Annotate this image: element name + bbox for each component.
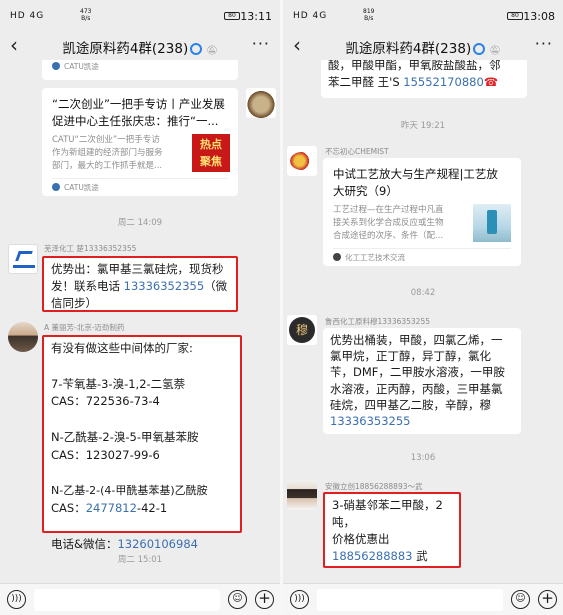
chat-header: ‹ 凯途原料药4群(238) 🔕︎ ···	[283, 32, 563, 60]
phone-link[interactable]: 13336353255	[330, 413, 514, 429]
sender-name: 安徽立创18856288893～武	[325, 482, 423, 491]
message-list[interactable]: 酸，甲酸甲酯，甲氧胺盐酸盐，邻 苯二甲醛 王'S 15552170880☎ 昨天…	[283, 60, 563, 583]
network-speed: 819 B/s	[363, 8, 375, 22]
battery-icon: 80	[224, 12, 240, 20]
message-bubble[interactable]: 优势出桶装，甲酸，四氯乙烯，一 氯甲烷，正丁醇，异丁醇，氯化 苄，DMF，二甲胺…	[323, 328, 521, 434]
timestamp: 昨天 19:21	[400, 121, 446, 131]
avatar[interactable]	[287, 146, 317, 176]
signal-icon: HD 4G	[293, 11, 328, 21]
more-options-icon[interactable]: ···	[535, 34, 553, 53]
avatar[interactable]	[8, 244, 38, 274]
article-card-partial[interactable]: CATU凯途	[42, 60, 238, 80]
avatar[interactable]	[8, 322, 38, 352]
mute-icon: 🔕︎	[489, 46, 501, 56]
emoji-icon[interactable]: ☺	[511, 590, 530, 609]
phone-link[interactable]: 13336352355	[124, 279, 204, 293]
clock: 13:11	[240, 10, 272, 23]
input-bar: ))) ☺ +	[0, 583, 280, 615]
message-input[interactable]	[34, 589, 220, 611]
message-list[interactable]: CATU凯途 “二次创业”一把手专访丨产业发展 促进中心主任张庆忠：推行“一..…	[0, 60, 280, 583]
article-card[interactable]: “二次创业”一把手专访丨产业发展 促进中心主任张庆忠：推行“一... CATU“…	[42, 88, 238, 196]
chat-title: 凯途原料药4群(238) 🔕︎	[62, 41, 218, 57]
chat-title: 凯途原料药4群(238) 🔕︎	[345, 41, 501, 57]
left-chat-screen: HD 4G 473 B/s 80 13:11 ‹ 凯途原料药4群(238) 🔕︎ …	[0, 0, 280, 615]
chat-header: ‹ 凯途原料药4群(238) 🔕︎ ···	[0, 32, 280, 60]
verified-icon	[190, 43, 203, 55]
timestamp: 13:06	[410, 453, 436, 463]
source-icon	[52, 183, 60, 191]
cas-link[interactable]: 2477812	[86, 501, 137, 515]
message-bubble[interactable]: 3-硝基邻苯二甲酸，2 吨， 价格优惠出 18856288883 武	[323, 492, 461, 568]
status-bar: HD 4G 473 B/s 80 13:11	[0, 0, 280, 32]
phone-link[interactable]: 13260106984	[117, 537, 197, 551]
phone-icon: ☎	[483, 75, 499, 89]
timestamp: 周二 14:09	[117, 218, 163, 228]
message-input[interactable]	[317, 589, 503, 611]
right-chat-screen: HD 4G 819 B/s 80 13:08 ‹ 凯途原料药4群(238) 🔕︎ …	[283, 0, 563, 615]
message-bubble[interactable]: 有没有做这些中间体的厂家: 7-苄氧基-3-溴-1,2-二氢萘 CAS：7225…	[42, 335, 242, 551]
article-thumbnail	[473, 204, 511, 242]
avatar[interactable]	[246, 88, 276, 118]
message-bubble[interactable]: 酸，甲酸甲酯，甲氧胺盐酸盐，邻 苯二甲醛 王'S 15552170880☎	[321, 60, 527, 98]
clock: 13:08	[523, 10, 555, 23]
source-icon	[333, 253, 341, 261]
battery-icon: 80	[507, 12, 523, 20]
input-bar: ))) ☺ +	[283, 583, 563, 615]
phone-link[interactable]: 18856288883	[332, 549, 412, 563]
voice-icon[interactable]: )))	[7, 590, 26, 609]
more-options-icon[interactable]: ···	[252, 34, 270, 53]
sender-name: 鲁西化工原料穆13336353255	[325, 317, 430, 326]
message-bubble[interactable]: 优势出：氯甲基三氯硅烷，现货秒 发！联系电话 13336352355（微 信同步…	[42, 256, 238, 312]
article-card[interactable]: 中试工艺放大与生产规程|工艺放 大研究（9） 工艺过程—在生产过程中凡直 接关系…	[323, 158, 521, 266]
emoji-icon[interactable]: ☺	[228, 590, 247, 609]
timestamp: 08:42	[410, 288, 436, 298]
plus-icon[interactable]: +	[255, 590, 274, 609]
signal-icon: HD 4G	[10, 11, 45, 21]
phone-link[interactable]: 15552170880	[403, 75, 483, 89]
plus-icon[interactable]: +	[538, 590, 557, 609]
source-icon	[52, 62, 60, 70]
sender-name: 芜泽化工 楚13336352355	[44, 244, 137, 253]
article-thumbnail: 热点 聚焦	[192, 134, 230, 172]
mute-icon: 🔕︎	[206, 46, 218, 56]
network-speed: 473 B/s	[80, 8, 92, 22]
verified-icon	[473, 43, 486, 55]
timestamp: 周二 15:01	[117, 555, 163, 565]
avatar[interactable]: 穆	[287, 315, 317, 345]
sender-name: 不忘初心CHEMIST	[325, 147, 389, 156]
voice-icon[interactable]: )))	[290, 590, 309, 609]
avatar[interactable]	[287, 480, 317, 510]
status-bar: HD 4G 819 B/s 80 13:08	[283, 0, 563, 32]
sender-name: A 董丽芳-北京-迈劲制药	[44, 323, 125, 332]
